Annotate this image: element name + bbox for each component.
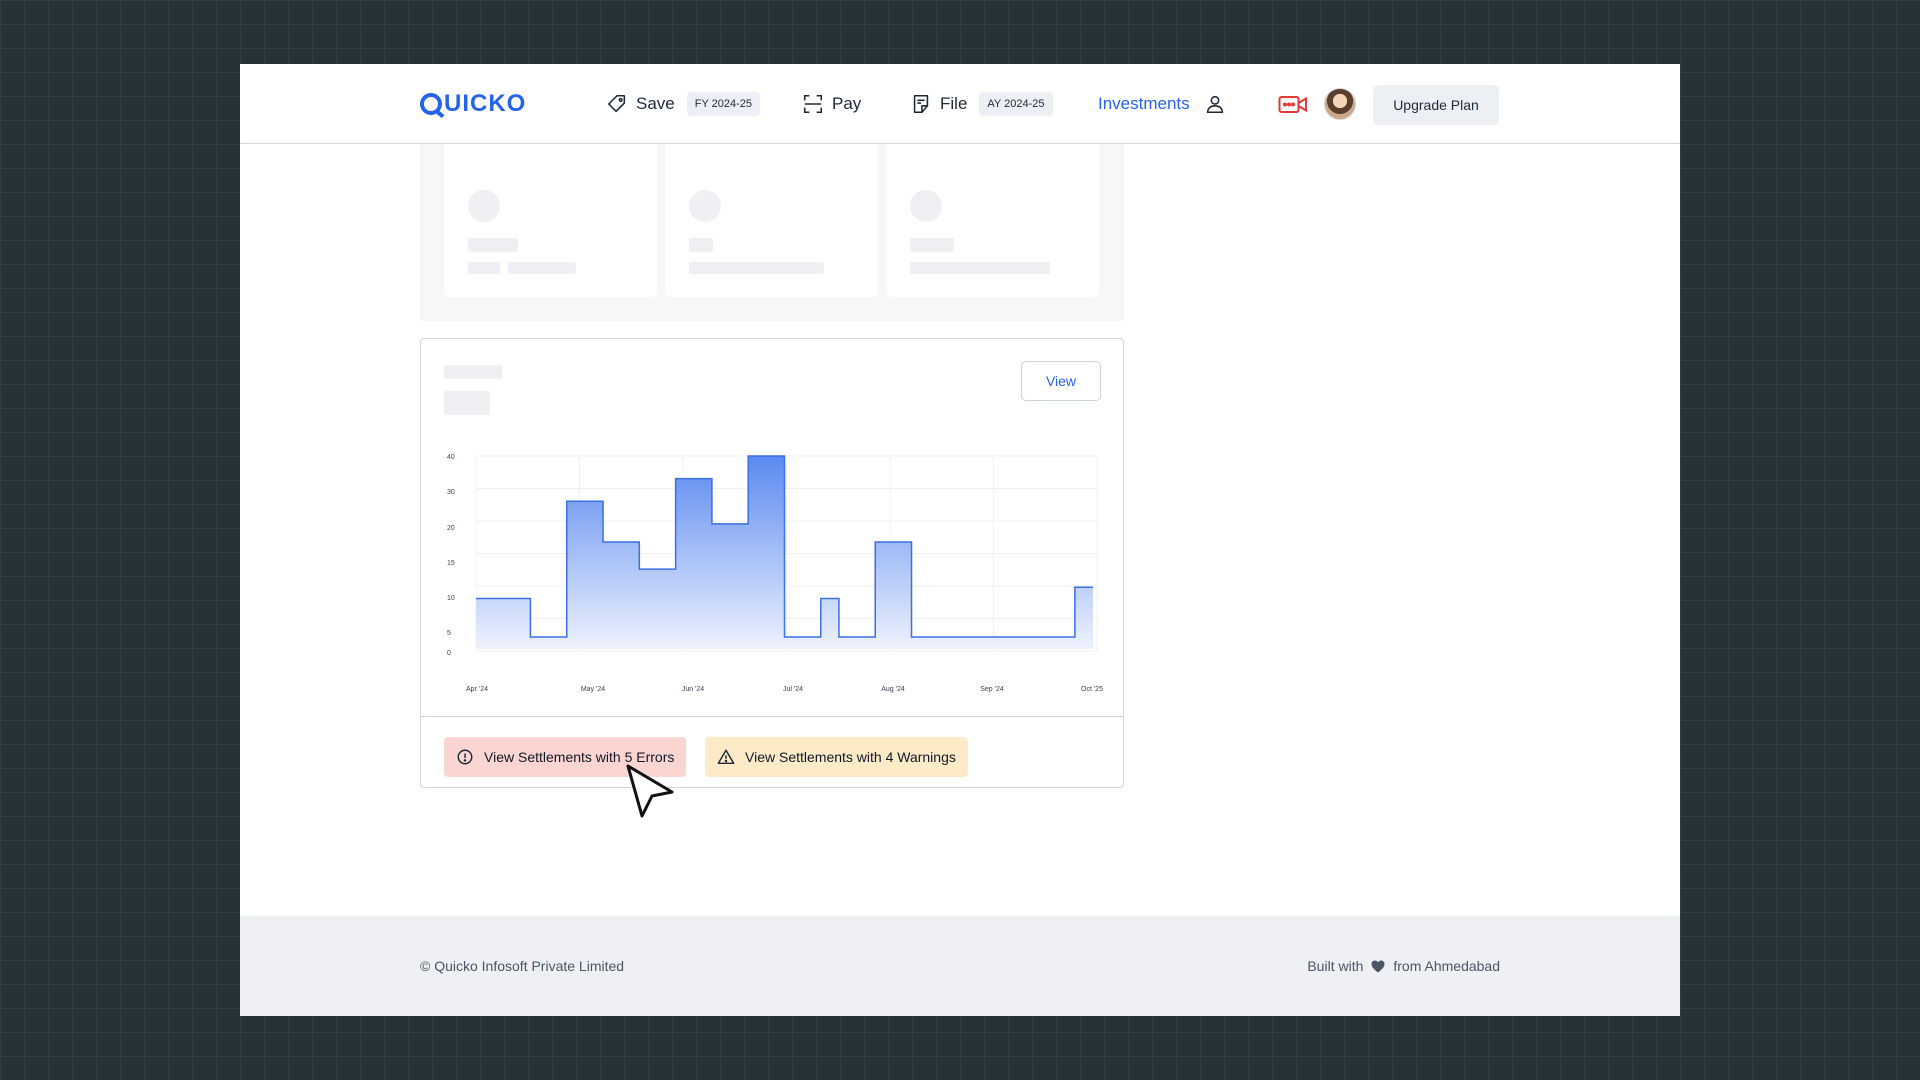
logo-q-mark xyxy=(420,93,442,115)
user-icon[interactable] xyxy=(1204,93,1226,115)
upgrade-plan-button[interactable]: Upgrade Plan xyxy=(1373,85,1499,125)
x-tick-label: Sep '24 xyxy=(980,686,1004,693)
x-tick-label: Aug '24 xyxy=(881,686,905,693)
mouse-pointer-icon xyxy=(626,764,674,818)
nav-pay[interactable]: Pay xyxy=(802,88,861,120)
y-tick-label: 10 xyxy=(447,595,455,602)
skeleton-circle xyxy=(910,190,942,222)
settlements-step-chart: 40 30 20 15 10 5 0 Apr '24 May '24 Jun '24 Jul '2… xyxy=(447,454,1103,693)
skeleton-circle xyxy=(468,190,500,222)
view-warnings-button[interactable]: View Settlements with 4 Warnings xyxy=(705,737,968,777)
card-divider xyxy=(421,716,1123,717)
logo-text: UICKO xyxy=(444,90,527,117)
nav-file-label: File xyxy=(940,94,968,113)
view-warnings-label: View Settlements with 4 Warnings xyxy=(745,749,956,765)
y-axis-ticks: 40 30 20 15 10 5 0 xyxy=(447,454,455,657)
skeleton-bar xyxy=(689,262,824,274)
view-button[interactable]: View xyxy=(1021,361,1101,401)
skeleton-bar xyxy=(910,238,954,252)
skeleton-bar xyxy=(689,238,713,252)
nav-investments-label: Investments xyxy=(1098,94,1190,113)
warning-triangle-icon xyxy=(717,749,735,765)
skeleton-card xyxy=(665,144,878,297)
y-tick-label: 15 xyxy=(447,560,455,567)
skeleton-bar xyxy=(468,262,500,274)
copyright-text: © Quicko Infosoft Private Limited xyxy=(420,958,625,974)
skeleton-value-bar xyxy=(444,391,490,415)
y-tick-label: 20 xyxy=(447,525,455,532)
skeleton-bar xyxy=(508,262,576,274)
fy-chip[interactable]: FY 2024-25 xyxy=(686,92,761,116)
y-tick-label: 0 xyxy=(447,650,451,657)
nav-file[interactable]: File AY 2024-25 xyxy=(910,88,1053,120)
stats-skeleton-section xyxy=(420,144,1124,321)
heart-icon xyxy=(1371,960,1385,972)
skeleton-card xyxy=(886,144,1099,297)
built-with-prefix: Built with xyxy=(1307,958,1364,974)
y-tick-label: 40 xyxy=(447,454,455,461)
nav-investments[interactable]: Investments xyxy=(1098,88,1226,120)
app-window: UICKO Save FY 2024-25 Pay File AY 2024-2… xyxy=(240,64,1680,1016)
skeleton-title-bar xyxy=(444,365,502,379)
top-navigation-bar: UICKO Save FY 2024-25 Pay File AY 2024-2… xyxy=(240,64,1680,144)
skeleton-bar xyxy=(468,238,518,252)
video-call-icon[interactable] xyxy=(1278,94,1308,116)
ay-chip[interactable]: AY 2024-25 xyxy=(979,92,1053,116)
nav-save-label: Save xyxy=(636,94,675,113)
quicko-logo[interactable]: UICKO xyxy=(420,90,526,118)
x-axis-ticks: Apr '24 May '24 Jun '24 Jul '24 Aug '24 Sep '… xyxy=(466,686,1103,693)
skeleton-bar xyxy=(910,262,1050,274)
built-with-suffix: from Ahmedabad xyxy=(1393,958,1500,974)
x-tick-label: Oct '25 xyxy=(1081,686,1103,693)
tag-icon xyxy=(607,94,626,113)
skeleton-card xyxy=(444,144,657,297)
built-with-text: Built with from Ahmedabad xyxy=(1307,958,1500,974)
settlements-chart-card: View 40 30 20 15 10 5 0 Apr '24 May '24 Jun '24 J… xyxy=(420,338,1124,788)
error-circle-icon xyxy=(457,749,473,765)
page-footer: © Quicko Infosoft Private Limited Built … xyxy=(240,916,1680,1016)
document-icon xyxy=(913,94,929,114)
y-tick-label: 5 xyxy=(447,630,451,637)
skeleton-circle xyxy=(689,190,721,222)
nav-pay-label: Pay xyxy=(832,94,862,113)
y-tick-label: 30 xyxy=(447,489,455,496)
user-avatar[interactable] xyxy=(1324,88,1356,120)
x-tick-label: May '24 xyxy=(581,686,605,693)
x-tick-label: Jul '24 xyxy=(783,686,803,693)
scan-icon xyxy=(803,94,823,114)
x-tick-label: Apr '24 xyxy=(466,686,488,693)
x-tick-label: Jun '24 xyxy=(682,686,704,693)
nav-save[interactable]: Save FY 2024-25 xyxy=(606,88,761,120)
